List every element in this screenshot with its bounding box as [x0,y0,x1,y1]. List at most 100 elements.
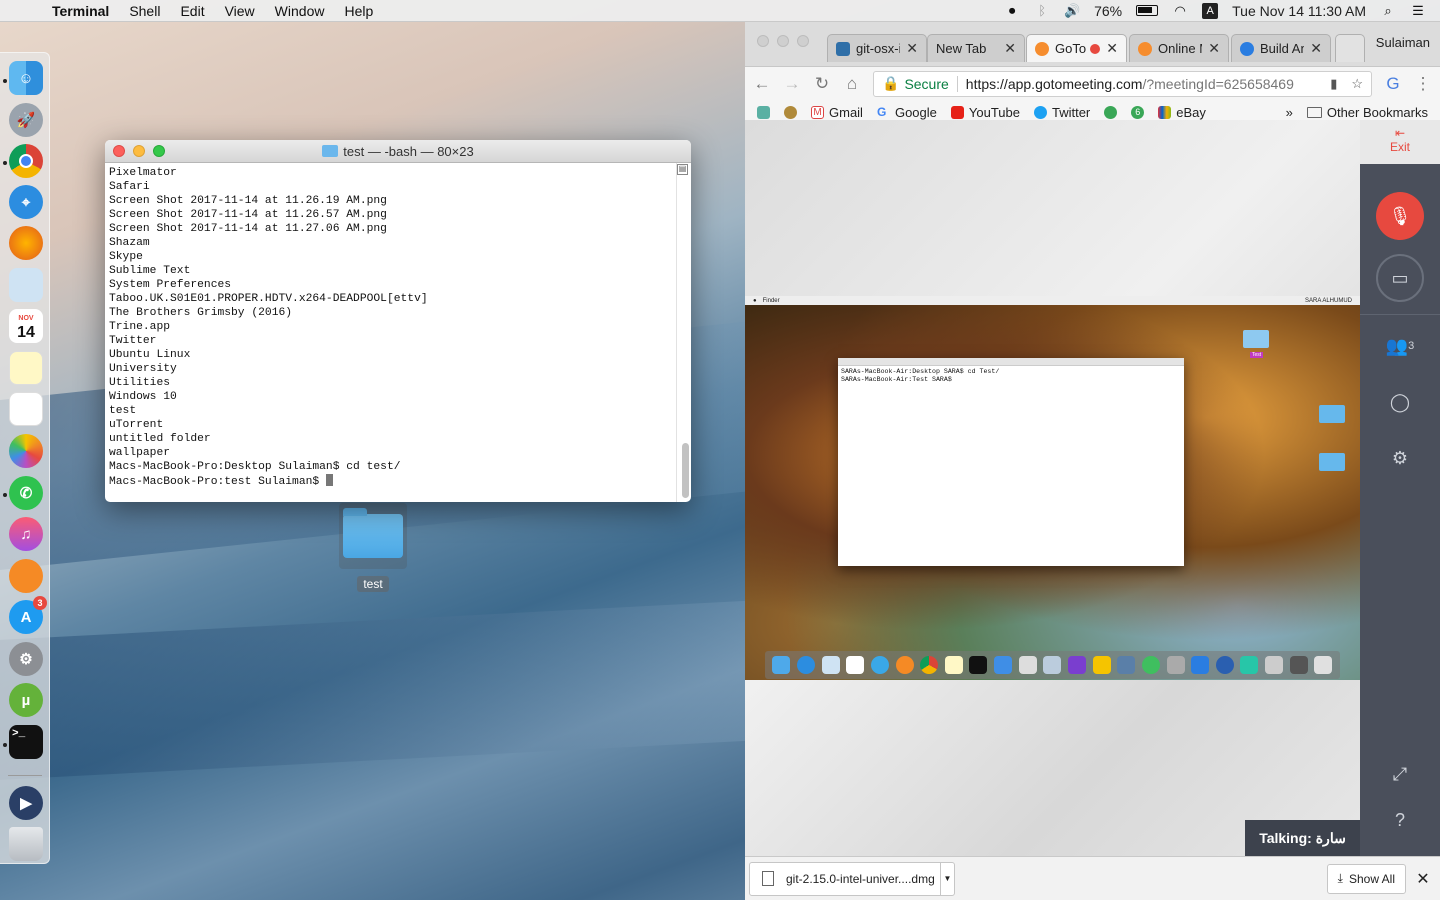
exit-meeting-button[interactable]: ⇤ Exit [1360,120,1440,164]
menu-edit[interactable]: Edit [170,3,214,19]
chrome-icon[interactable] [9,144,43,178]
system-preferences-icon[interactable]: ⚙ [9,642,43,676]
close-tab-icon[interactable]: ✕ [906,40,918,57]
home-icon[interactable]: ⌂ [843,74,861,94]
bookmark-youtube[interactable]: YouTube [950,105,1020,120]
battery-icon[interactable] [1136,5,1159,16]
input-source-icon[interactable]: A [1202,2,1219,19]
photos-icon[interactable] [9,434,43,468]
address-bar[interactable]: 🔒 Secure https://app.gotomeeting.com/?me… [873,70,1372,97]
chat-button[interactable]: ◯ [1376,378,1424,426]
menu-view[interactable]: View [215,3,265,19]
bookmark-label: Google [894,105,937,120]
bookmark-gmail[interactable]: M Gmail [811,105,863,120]
wifi-icon[interactable]: ◠ [1172,3,1188,19]
settings-button[interactable]: ⚙ [1376,434,1424,482]
bookmark-label: Twitter [1051,105,1091,120]
utorrent-icon[interactable]: µ [9,683,43,717]
bookmark-extension-1[interactable] [757,106,770,119]
screen-share-button[interactable]: ▭ [1376,254,1424,302]
help-button[interactable]: ? [1376,796,1424,844]
reload-icon[interactable]: ↻ [813,74,831,94]
mute-microphone-button[interactable]: 🎙 [1376,192,1424,240]
bookmark-star-icon[interactable]: ☆ [1351,76,1363,92]
download-bar: git-2.15.0-intel-univer....dmg ▼ ⤓ Show … [745,856,1440,900]
quicktime-icon[interactable]: ▶ [9,786,43,820]
itunes-icon[interactable]: ♫ [9,517,43,551]
finder-icon[interactable]: ☺ [9,61,43,95]
minimize-button[interactable] [133,145,145,157]
download-menu-icon[interactable]: ▼ [940,862,954,895]
notes-icon[interactable] [9,351,43,385]
download-item[interactable]: git-2.15.0-intel-univer....dmg ▼ [749,861,955,896]
tab-gotomeeting[interactable]: GoTo ✕ [1026,34,1127,62]
app-store-icon[interactable]: A 3 [9,596,47,634]
close-button[interactable] [757,35,769,47]
reminders-icon[interactable] [9,392,43,426]
close-button[interactable] [113,145,125,157]
chrome-menu-icon[interactable]: ⋮ [1414,74,1432,94]
terminal-output[interactable]: Pixelmator Safari Screen Shot 2017-11-14 a… [105,163,691,492]
preview-icon[interactable] [9,268,43,302]
zoom-button[interactable] [797,35,809,47]
menu-app-name[interactable]: Terminal [42,3,119,19]
menu-help[interactable]: Help [334,3,383,19]
tab-git-osx[interactable]: git-osx-i ✕ [827,34,927,62]
notification-center-icon[interactable]: ☰ [1410,3,1426,19]
terminal-title-bar[interactable]: test — -bash — 80×23 [105,140,691,163]
show-all-downloads-button[interactable]: ⤓ Show All [1326,863,1406,894]
spotlight-search-icon[interactable]: ⌕ [1380,3,1396,19]
attendees-button[interactable]: 👥 3 [1376,322,1424,370]
other-bookmarks[interactable]: Other Bookmarks [1306,105,1428,120]
terminal-icon[interactable]: >_ [9,725,43,759]
bookmark-google[interactable]: G Google [877,105,937,120]
bookmark-spiral[interactable] [1104,106,1118,119]
fullscreen-button[interactable]: ⤢ [1376,750,1424,798]
bookmark-ebay[interactable]: eBay [1158,105,1206,120]
whatsapp-icon[interactable]: ✆ [9,476,43,510]
ibooks-icon[interactable] [9,559,43,593]
tab-new-tab[interactable]: New Tab ✕ [927,34,1025,62]
firefox-icon[interactable] [9,226,43,260]
close-tab-icon[interactable]: ✕ [1208,40,1220,57]
profile-name[interactable]: Sulaiman [1376,35,1430,50]
tab-online-meeting[interactable]: Online M ✕ [1129,34,1229,62]
desktop-folder-label: test [357,576,389,592]
forward-icon[interactable]: → [783,74,801,94]
menu-shell[interactable]: Shell [119,3,170,19]
tab-build-an[interactable]: Build An ✕ [1231,34,1331,62]
terminal-line: The Brothers Grimsby (2016) [109,307,293,319]
safari-icon[interactable]: ⌖ [9,185,43,219]
bookmark-twitter[interactable]: Twitter [1033,105,1091,120]
back-icon[interactable]: ← [753,74,771,94]
close-tab-icon[interactable]: ✕ [1310,40,1322,57]
zoom-button[interactable] [153,145,165,157]
bluetooth-icon[interactable]: ᛒ [1034,3,1050,19]
stop-recording-icon[interactable]: ⏺ [1004,3,1020,19]
translate-extension-icon[interactable]: G [1384,74,1402,94]
menu-window[interactable]: Window [265,3,335,19]
camera-icon[interactable]: ▮ [1330,76,1337,92]
close-download-bar-icon[interactable]: ✕ [1406,869,1440,889]
close-tab-icon[interactable]: ✕ [1004,40,1016,57]
url-host: https://app.gotomeeting.com [965,75,1143,92]
desktop-folder-test[interactable]: test [338,503,408,592]
bookmark-six[interactable]: 6 [1131,106,1145,119]
launchpad-icon[interactable]: 🚀 [9,103,43,137]
screen-icon: ▭ [1391,267,1409,288]
running-indicator [3,79,7,83]
more-bookmarks-icon[interactable]: » [1286,105,1293,120]
bookmark-label: eBay [1176,105,1206,120]
close-tab-icon[interactable]: ✕ [1106,40,1118,57]
clock[interactable]: Tue Nov 14 11:30 AM [1232,3,1366,19]
split-view-icon[interactable]: ▤ [677,164,688,175]
new-tab-button[interactable] [1335,34,1365,62]
help-icon: ? [1394,809,1405,830]
trash-icon[interactable] [9,827,43,861]
calendar-icon[interactable]: NOV 14 [9,309,43,343]
bookmark-extension-2[interactable] [784,106,797,119]
volume-icon[interactable]: 🔊 [1064,3,1080,19]
terminal-scroll-thumb[interactable] [682,443,689,498]
minimize-button[interactable] [777,35,789,47]
shared-menubar-app: Finder [762,297,780,304]
